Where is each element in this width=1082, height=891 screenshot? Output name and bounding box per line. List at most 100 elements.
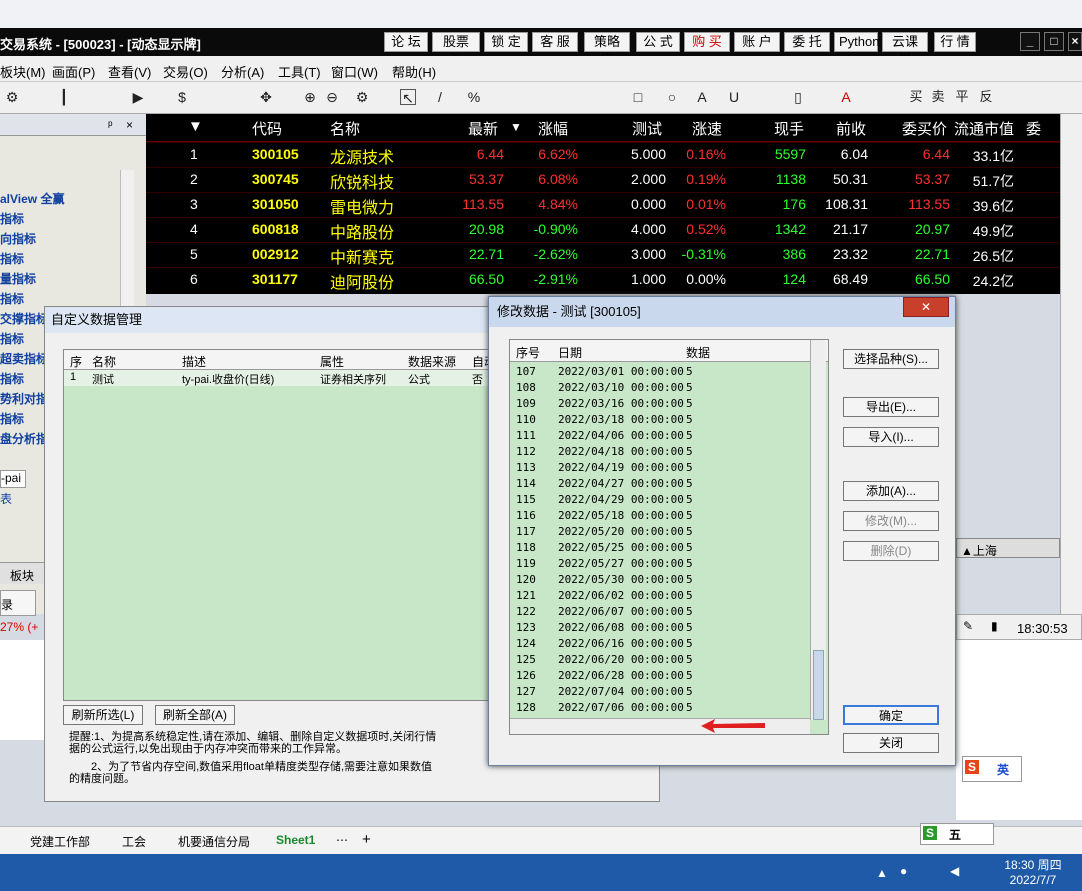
menu-item[interactable]: 窗口(W) [331,62,378,81]
table-row[interactable]: 121 2022/06/02 00:00:00 5 [510,588,810,604]
table-row[interactable]: 116 2022/05/18 00:00:00 5 [510,508,810,524]
trash-icon[interactable]: ▯ [790,89,806,105]
rect-icon[interactable]: □ [630,89,646,105]
quote-row[interactable]: 5 002912 中新赛克 22.71 -2.62% 3.000 -0.31% 386 23.3… [146,242,1060,267]
sheet-tab[interactable]: 工会 [122,833,146,850]
ime-toolbar[interactable]: S 五 [920,823,994,845]
sheet-tab[interactable]: 机要通信分局 [178,833,250,850]
tab-board[interactable]: 板块 [10,567,34,584]
table-row[interactable]: 114 2022/04/27 00:00:00 5 [510,476,810,492]
top-button[interactable]: 公 式 [636,32,680,52]
column-header[interactable]: 名称 [330,118,360,139]
trade-button[interactable]: 平 [954,89,970,105]
table-row[interactable]: 112 2022/04/18 00:00:00 5 [510,444,810,460]
table-row[interactable]: 109 2022/03/16 00:00:00 5 [510,396,810,412]
minimize-button[interactable]: _ [1020,32,1040,51]
indicator-item[interactable]: 交撑指标 [0,310,48,327]
indicator-item[interactable]: 指标 [0,330,24,347]
indicator-item[interactable]: 指标 [0,290,24,307]
table-row[interactable]: 1 测试 ty-pai.收盘价(日线) 证券相关序列 公式 否 [64,370,504,386]
indicator-item[interactable]: 指标 [0,250,24,267]
circle-icon[interactable]: ○ [664,89,680,105]
qq-icon[interactable]: ● [900,864,907,878]
top-button[interactable]: 论 坛 [384,32,428,52]
volume-icon[interactable]: ◀ [950,864,959,878]
cursor-icon[interactable]: ↖ [400,89,416,106]
import-button[interactable]: 导入(I)... [843,427,939,447]
sheet-tab[interactable]: 党建工作部 [30,833,90,850]
top-button[interactable]: 云课堂 [882,32,928,67]
indicator-item[interactable]: 势利对指 [0,390,48,407]
sheet-tab[interactable]: Sheet1 [276,833,315,847]
maximize-button[interactable]: □ [1044,32,1064,51]
top-button[interactable]: 账 户 [734,32,780,52]
ime-status[interactable]: S 英 [962,756,1022,782]
column-header[interactable]: 涨幅 [538,118,568,139]
trade-button[interactable]: 买 [908,89,924,105]
table-row[interactable]: 119 2022/05/27 00:00:00 5 [510,556,810,572]
sort-down-icon[interactable]: ▼ [188,118,203,135]
tab-record[interactable]: 录 [0,590,36,616]
table-row[interactable]: 123 2022/06/08 00:00:00 5 [510,620,810,636]
column-header[interactable]: 最新 [468,118,498,139]
clock[interactable]: 18:30 周四 2022/7/7 [1000,856,1066,887]
gear-icon[interactable]: ⚙ [4,89,20,105]
table-row[interactable]: 128 2022/07/06 00:00:00 5 [510,700,810,716]
column-header[interactable]: 序 [70,353,82,370]
indicator-item[interactable]: 盘分析指 [0,430,48,447]
column-header[interactable]: 前收 [836,118,866,139]
refresh-selected-button[interactable]: 刷新所选(L) [63,705,143,725]
add-button[interactable]: 添加(A)... [843,481,939,501]
move-icon[interactable]: ✥ [258,89,274,105]
delete-button[interactable]: 删除(D) [843,541,939,561]
top-button[interactable]: 策略库 [584,32,630,67]
column-header[interactable]: 现手 [774,118,804,139]
column-header[interactable]: 委 [1026,118,1041,139]
indicator-item[interactable]: 指标 [0,370,24,387]
zoom-in-icon[interactable]: ⊕ [302,89,318,105]
table-row[interactable]: 127 2022/07/04 00:00:00 5 [510,684,810,700]
close-button[interactable]: ✕ [903,297,949,317]
top-button[interactable]: 锁 定 [484,32,528,52]
pencil-icon[interactable]: ✎ [963,619,973,633]
zoom-out-icon[interactable]: ⊖ [324,89,340,105]
table-row[interactable]: 111 2022/04/06 00:00:00 5 [510,428,810,444]
list-item-pai[interactable]: -pai [0,470,26,488]
menu-item[interactable]: 工具(T) [278,62,321,81]
vertical-scrollbar[interactable] [810,340,826,720]
play-icon[interactable]: ▶ [130,89,146,105]
column-header[interactable]: 代码 [252,118,282,139]
table-row[interactable]: 118 2022/05/25 00:00:00 5 [510,540,810,556]
close-button[interactable]: × [1068,32,1082,51]
table-row[interactable]: 113 2022/04/19 00:00:00 5 [510,460,810,476]
quote-row[interactable]: 2 300745 欣锐科技 53.37 6.08% 2.000 0.19% 1138 50.31… [146,167,1060,192]
menu-item[interactable]: 画面(P) [52,62,95,81]
close-dialog-button[interactable]: 关闭 [843,733,939,753]
sort-desc-icon[interactable]: ▼ [510,120,522,134]
table-row[interactable]: 124 2022/06/16 00:00:00 5 [510,636,810,652]
column-header[interactable]: 名称 [92,353,116,370]
top-button[interactable]: 股票池 [432,32,480,67]
dollar-icon[interactable]: $ [174,89,190,105]
indicator-item[interactable]: 超卖指标 [0,350,48,367]
column-header[interactable]: 测试 [632,118,662,139]
menu-item[interactable]: 帮助(H) [392,62,436,81]
quote-row[interactable]: 4 600818 中路股份 20.98 -0.90% 4.000 0.52% 1342 21.1… [146,217,1060,242]
text-icon[interactable]: A [694,89,710,105]
scroll-thumb[interactable] [813,650,824,720]
column-header[interactable]: 属性 [320,353,344,370]
table-row[interactable]: 110 2022/03/18 00:00:00 5 [510,412,810,428]
indicator-item[interactable]: 向指标 [0,230,36,247]
table-row[interactable]: 115 2022/04/29 00:00:00 5 [510,492,810,508]
indicator-item[interactable]: 指标 [0,210,24,227]
indicator-item[interactable]: 量指标 [0,270,36,287]
column-header[interactable]: 描述 [182,353,206,370]
quote-row[interactable]: 3 301050 雷电微力 113.55 4.84% 0.000 0.01% 176 108.3… [146,192,1060,217]
trade-button[interactable]: 卖 [930,89,946,105]
line-icon[interactable]: / [432,89,448,105]
more-sheets-icon[interactable]: ⋯ [336,833,348,847]
table-row[interactable]: 120 2022/05/30 00:00:00 5 [510,572,810,588]
market-tab[interactable]: ▲上海 [956,538,1060,558]
trade-button[interactable]: 反 [978,89,994,105]
indicator-item[interactable]: alView 全赢 [0,190,64,207]
